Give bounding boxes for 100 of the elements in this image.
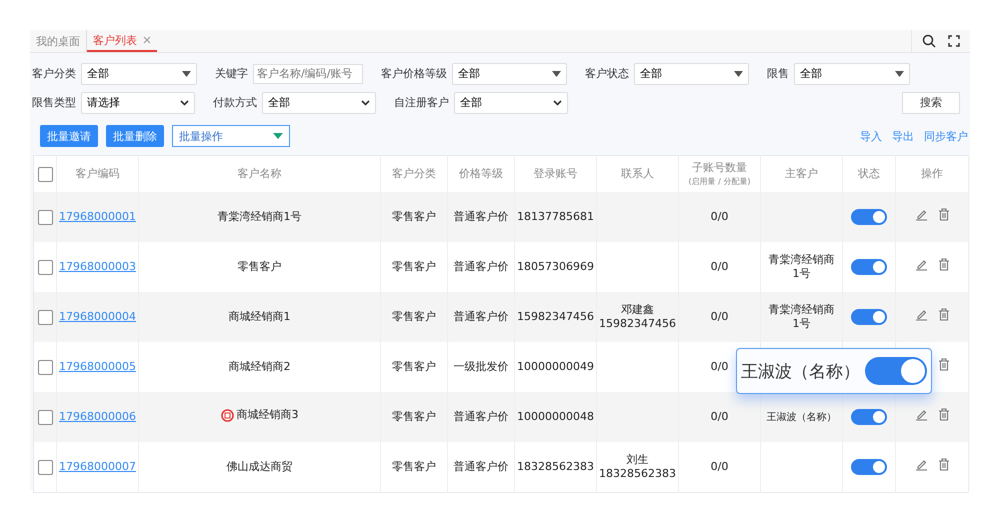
select-field[interactable]: 请选择 xyxy=(81,92,195,114)
select-field[interactable]: 全部 xyxy=(452,62,567,84)
toolbar-link[interactable]: 导入 xyxy=(860,128,882,144)
edit-icon[interactable] xyxy=(914,258,928,272)
table-cell: 0/0 xyxy=(710,460,728,473)
table-cell-text: 青棠湾经销商1号 xyxy=(768,252,836,282)
chevron-icon xyxy=(361,100,370,106)
select-all-checkbox[interactable] xyxy=(38,166,52,182)
table-cell: 普通客户价 xyxy=(454,460,508,473)
table-cell: 10000000049 xyxy=(517,360,594,373)
close-icon[interactable] xyxy=(143,36,151,44)
table-cell: 一级批发价 xyxy=(454,360,508,373)
trash-icon[interactable] xyxy=(938,208,950,222)
table-cell: 零售客户 xyxy=(392,360,436,373)
toolbar-link[interactable]: 导出 xyxy=(892,128,914,144)
row-checkbox[interactable] xyxy=(38,310,52,324)
table-cell: 0/0 xyxy=(710,360,728,373)
edit-icon[interactable] xyxy=(914,308,928,322)
customer-code-link[interactable]: 17968000007 xyxy=(59,460,136,473)
customer-name: 商城经销商2 xyxy=(228,360,290,374)
status-toggle[interactable] xyxy=(851,309,887,325)
customer-name: 零售客户 xyxy=(238,260,282,274)
table-cell: 18137785681 xyxy=(517,210,594,223)
batch-button[interactable]: 批量邀请 xyxy=(40,125,98,147)
filter-label: 限售类型 xyxy=(31,95,77,110)
row-checkbox[interactable] xyxy=(38,210,52,224)
table-cell: 普通客户价 xyxy=(454,260,508,273)
table-cell: 10000000048 xyxy=(517,410,594,423)
table-cell: 零售客户 xyxy=(392,460,436,473)
filter-label: 关键字 xyxy=(214,66,249,81)
filter-label: 自注册客户 xyxy=(393,95,450,110)
row-checkbox[interactable] xyxy=(38,460,52,474)
trash-icon[interactable] xyxy=(938,458,950,472)
filter-label: 付款方式 xyxy=(212,95,258,110)
filter-label: 限售 xyxy=(766,66,790,81)
chevron-icon xyxy=(180,100,189,106)
customer-code-link[interactable]: 17968000003 xyxy=(59,260,136,273)
caret-icon xyxy=(273,133,283,139)
caret-icon xyxy=(552,70,561,76)
customer-name: 商城经销商3 xyxy=(236,408,298,422)
search-button[interactable]: 搜索 xyxy=(902,92,960,114)
filter-label: 客户价格等级 xyxy=(380,66,448,81)
table-cell: 零售客户 xyxy=(392,310,436,323)
table-cell: 0/0 xyxy=(710,260,728,273)
table-cell: 0/0 xyxy=(710,310,728,323)
toolbar-link[interactable]: 同步客户 xyxy=(924,128,968,144)
table-cell: 普通客户价 xyxy=(454,410,508,423)
table-cell: 15982347456 xyxy=(517,310,594,323)
table-cell: 王淑波（名称） xyxy=(766,410,836,424)
table-cell-text: 青棠湾经销商1号 xyxy=(768,302,836,332)
contact-name: 邓建鑫 xyxy=(620,302,655,317)
status-toggle[interactable] xyxy=(851,209,887,225)
batch-select[interactable]: 批量操作 xyxy=(172,125,290,147)
status-toggle[interactable] xyxy=(851,459,887,475)
trash-icon[interactable] xyxy=(938,258,950,272)
row-checkbox[interactable] xyxy=(38,260,52,274)
table-cell: 普通客户价 xyxy=(454,210,508,223)
filter-label: 客户状态 xyxy=(584,66,630,81)
batch-button[interactable]: 批量删除 xyxy=(106,125,164,147)
table-cell: 零售客户 xyxy=(392,410,436,423)
chevron-icon xyxy=(553,100,562,106)
edit-icon[interactable] xyxy=(914,208,928,222)
tab[interactable]: 我的桌面 xyxy=(30,30,87,52)
row-checkbox[interactable] xyxy=(38,410,52,424)
table-cell: 零售客户 xyxy=(392,210,436,223)
customer-name: 佛山成达商贸 xyxy=(226,460,292,474)
table-cell: 普通客户价 xyxy=(454,310,508,323)
keyword-input[interactable]: 客户名称/编码/账号 xyxy=(253,64,363,84)
table-cell: 0/0 xyxy=(710,410,728,423)
select-field[interactable]: 全部 xyxy=(794,62,910,84)
caret-icon xyxy=(895,70,904,76)
customer-name: 青棠湾经销商1号 xyxy=(218,210,302,224)
callout-text: 王淑波（名称） xyxy=(741,360,860,382)
table-cell: 18057306969 xyxy=(517,260,594,273)
fullscreen-icon[interactable] xyxy=(948,35,960,47)
row-checkbox[interactable] xyxy=(38,360,52,374)
table-cell: 零售客户 xyxy=(392,260,436,273)
table-cell: 18328562383 xyxy=(517,460,594,473)
select-field[interactable]: 全部 xyxy=(634,62,749,84)
contact-phone: 18328562383 xyxy=(598,467,677,482)
select-field[interactable]: 全部 xyxy=(262,92,376,114)
status-toggle[interactable] xyxy=(851,259,887,275)
tab[interactable]: 客户列表 xyxy=(87,30,157,52)
status-toggle[interactable] xyxy=(851,409,887,425)
edit-icon[interactable] xyxy=(914,458,928,472)
customer-code-link[interactable]: 17968000005 xyxy=(59,360,136,373)
table-cell: 0/0 xyxy=(710,210,728,223)
edit-icon[interactable] xyxy=(914,408,928,422)
trash-icon[interactable] xyxy=(938,408,950,422)
caret-icon xyxy=(734,70,743,76)
contact-phone: 15982347456 xyxy=(598,317,677,332)
trash-icon[interactable] xyxy=(938,308,950,322)
caret-icon xyxy=(182,70,191,76)
filter-label: 客户分类 xyxy=(31,66,77,81)
contact-name: 刘生 xyxy=(626,452,650,467)
customer-name: 商城经销商1 xyxy=(228,310,290,324)
select-field[interactable]: 全部 xyxy=(454,92,568,114)
select-field[interactable]: 全部 xyxy=(81,62,197,84)
search-icon[interactable] xyxy=(922,34,936,48)
trash-icon[interactable] xyxy=(938,358,950,372)
